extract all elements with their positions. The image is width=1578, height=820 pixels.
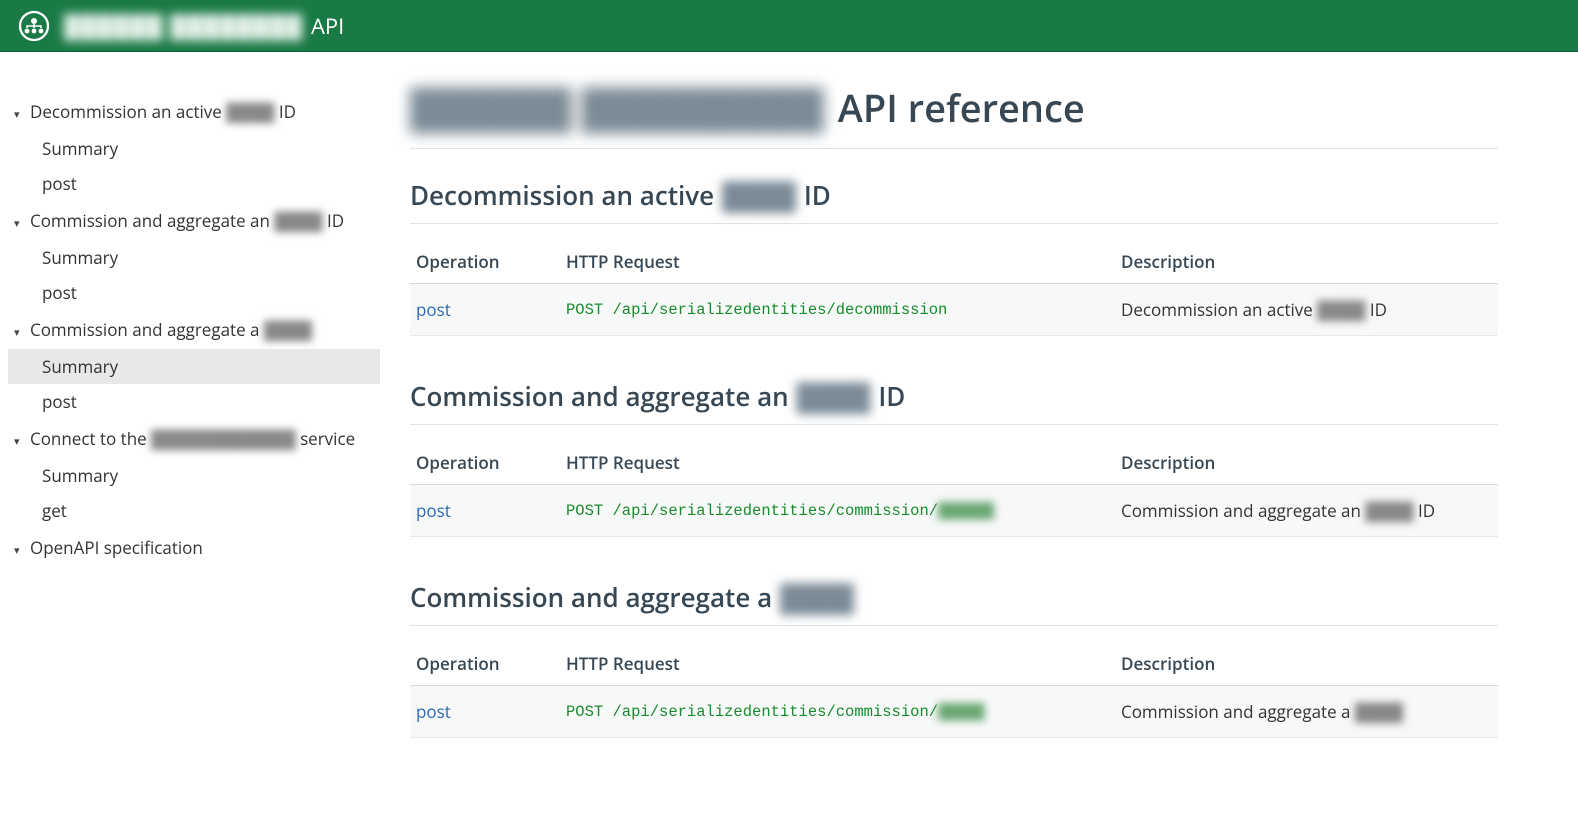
brand-text: ██████ ████████ API xyxy=(64,11,344,41)
caret-down-icon: ▾ xyxy=(14,325,24,340)
sidebar-item[interactable]: Summary xyxy=(8,131,380,166)
operation-cell: post xyxy=(410,686,560,738)
operation-cell: post xyxy=(410,284,560,336)
column-header-req: HTTP Request xyxy=(560,644,1115,686)
page-title: ██████ █████████ API reference xyxy=(410,82,1498,149)
redacted-text: ██████ xyxy=(938,502,994,520)
main-content: ██████ █████████ API reference Decommiss… xyxy=(380,52,1578,820)
redacted-text: ████ xyxy=(264,318,312,341)
section-title: Commission and aggregate a ████ xyxy=(410,579,1498,626)
sidebar-item[interactable]: Summary xyxy=(8,349,380,384)
table-row: post POST /api/serializedentities/commiss… xyxy=(410,686,1498,738)
redacted-text: █████ xyxy=(938,703,985,721)
description-cell: Decommission an active ████ ID xyxy=(1115,284,1498,336)
http-request-cell: POST /api/serializedentities/decommissio… xyxy=(560,284,1115,336)
redacted-text: ████ xyxy=(226,100,274,123)
operation-link[interactable]: post xyxy=(416,499,451,522)
brand-name-redacted: ██████ ████████ xyxy=(64,11,303,41)
redacted-text: ████ xyxy=(722,177,796,213)
caret-down-icon: ▾ xyxy=(14,107,24,122)
redacted-text: ████ xyxy=(797,378,871,414)
redacted-text: ████████████ xyxy=(151,427,296,450)
redacted-text: ████ xyxy=(1317,298,1365,321)
sidebar-section-label: Commission and aggregate a ████ xyxy=(30,318,312,341)
column-header-req: HTTP Request xyxy=(560,443,1115,485)
operation-link[interactable]: post xyxy=(416,298,451,321)
table-row: post POST /api/serializedentities/commiss… xyxy=(410,485,1498,537)
api-section: Commission and aggregate a ████ Operation… xyxy=(410,579,1498,738)
section-title: Decommission an active ████ ID xyxy=(410,177,1498,224)
description-cell: Commission and aggregate a ████ xyxy=(1115,686,1498,738)
column-header-op: Operation xyxy=(410,443,560,485)
sidebar-section-head[interactable]: ▾ Decommission an active ████ ID xyxy=(8,92,380,131)
redacted-text: ████ xyxy=(1365,499,1413,522)
sidebar-section-label: Connect to the ████████████ service xyxy=(30,427,355,450)
sidebar-section-head[interactable]: ▾ OpenAPI specification xyxy=(8,528,380,567)
caret-down-icon: ▾ xyxy=(14,543,24,558)
column-header-desc: Description xyxy=(1115,644,1498,686)
brand-logo-icon xyxy=(18,10,50,42)
top-header: ██████ ████████ API xyxy=(0,0,1578,52)
table-row: post POST /api/serializedentities/decommi… xyxy=(410,284,1498,336)
redacted-text: ████ xyxy=(1355,700,1403,723)
operation-link[interactable]: post xyxy=(416,700,451,723)
sidebar-item[interactable]: Summary xyxy=(8,458,380,493)
column-header-desc: Description xyxy=(1115,242,1498,284)
page-title-redacted: ██████ █████████ xyxy=(410,82,824,134)
section-title: Commission and aggregate an ████ ID xyxy=(410,378,1498,425)
redacted-text: ████ xyxy=(274,209,322,232)
sidebar-item[interactable]: post xyxy=(8,384,380,419)
column-header-op: Operation xyxy=(410,644,560,686)
sidebar-section-label: Commission and aggregate an ████ ID xyxy=(30,209,344,232)
sidebar-section-head[interactable]: ▾ Commission and aggregate a ████ xyxy=(8,310,380,349)
http-request-cell: POST /api/serializedentities/commission/… xyxy=(560,485,1115,537)
http-request-cell: POST /api/serializedentities/commission/… xyxy=(560,686,1115,738)
caret-down-icon: ▾ xyxy=(14,216,24,231)
operations-table: OperationHTTP RequestDescription post POST… xyxy=(410,644,1498,738)
caret-down-icon: ▾ xyxy=(14,434,24,449)
sidebar-section-head[interactable]: ▾ Commission and aggregate an ████ ID xyxy=(8,201,380,240)
column-header-op: Operation xyxy=(410,242,560,284)
column-header-desc: Description xyxy=(1115,443,1498,485)
operation-cell: post xyxy=(410,485,560,537)
page-title-suffix: API reference xyxy=(838,82,1085,134)
sidebar-item[interactable]: Summary xyxy=(8,240,380,275)
sidebar-item[interactable]: get xyxy=(8,493,380,528)
column-header-req: HTTP Request xyxy=(560,242,1115,284)
sidebar-section-label: Decommission an active ████ ID xyxy=(30,100,296,123)
redacted-text: ████ xyxy=(780,579,854,615)
api-section: Commission and aggregate an ████ ID Opera… xyxy=(410,378,1498,537)
sidebar-item[interactable]: post xyxy=(8,166,380,201)
sidebar-section-head[interactable]: ▾ Connect to the ████████████ service xyxy=(8,419,380,458)
operations-table: OperationHTTP RequestDescription post POST… xyxy=(410,242,1498,336)
brand-suffix: API xyxy=(311,11,344,41)
description-cell: Commission and aggregate an ████ ID xyxy=(1115,485,1498,537)
api-section: Decommission an active ████ ID OperationH… xyxy=(410,177,1498,336)
sidebar-item[interactable]: post xyxy=(8,275,380,310)
operations-table: OperationHTTP RequestDescription post POST… xyxy=(410,443,1498,537)
sidebar-section-label: OpenAPI specification xyxy=(30,536,203,559)
sidebar-nav: ▾Decommission an active ████ IDSummarypo… xyxy=(0,52,380,820)
